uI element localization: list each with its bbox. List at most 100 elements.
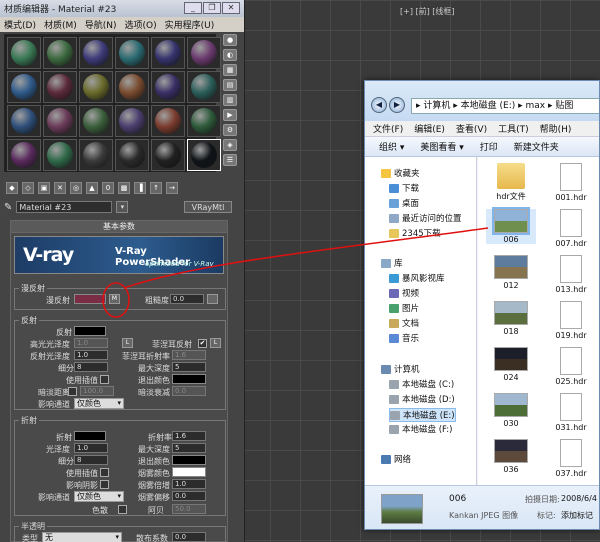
- material-id-icon[interactable]: 0: [102, 182, 114, 194]
- hilight-lock-button[interactable]: L: [122, 338, 133, 348]
- material-slot[interactable]: [187, 71, 221, 103]
- options-icon[interactable]: ⚙: [223, 124, 237, 136]
- scatter-coeff-spinner[interactable]: 0.0: [172, 532, 206, 542]
- menu-item[interactable]: 模式(D): [4, 18, 36, 31]
- translucency-type-select[interactable]: 无: [42, 532, 122, 542]
- nav-lib-item[interactable]: 音乐: [389, 332, 419, 344]
- file-item[interactable]: 037.hdr: [546, 439, 596, 478]
- material-slot[interactable]: [79, 71, 113, 103]
- material-slot[interactable]: [115, 71, 149, 103]
- backlight-icon[interactable]: ◐: [223, 49, 237, 61]
- breadcrumb-item[interactable]: 本地磁盘 (E:) ▸: [461, 101, 526, 111]
- file-item[interactable]: 025.hdr: [546, 347, 596, 386]
- details-tag-value[interactable]: 添加标记: [561, 510, 593, 521]
- nav-fav-item[interactable]: 2345下载: [389, 227, 441, 239]
- affect-shadows-checkbox[interactable]: [100, 480, 109, 489]
- dispersion-checkbox[interactable]: [118, 505, 127, 514]
- fresnel-ior-spinner[interactable]: 1.6: [172, 350, 206, 360]
- material-slot[interactable]: [115, 105, 149, 137]
- roughness-map-button[interactable]: [207, 294, 218, 304]
- material-slot[interactable]: [79, 105, 113, 137]
- file-item[interactable]: 024: [486, 347, 536, 382]
- back-arrow-icon[interactable]: ◀: [371, 97, 387, 113]
- material-slot[interactable]: [187, 105, 221, 137]
- refl-exit-color-swatch[interactable]: [172, 374, 206, 384]
- close-icon[interactable]: ✕: [222, 2, 240, 14]
- reflect-color-swatch[interactable]: [74, 326, 106, 336]
- restore-icon[interactable]: ❐: [203, 2, 221, 14]
- nav-drive[interactable]: 本地磁盘 (D:): [389, 393, 455, 405]
- material-slot[interactable]: [115, 37, 149, 69]
- menu-item[interactable]: 选项(O): [125, 18, 157, 31]
- toolbar-button[interactable]: 美图看看 ▾: [420, 140, 463, 153]
- material-slot[interactable]: [43, 37, 77, 69]
- refr-affect-channels-select[interactable]: 仅颜色: [74, 491, 124, 502]
- select-by-material-icon[interactable]: ◈: [223, 139, 237, 151]
- menu-item[interactable]: 工具(T): [498, 122, 529, 135]
- nav-lib-item[interactable]: 文档: [389, 317, 419, 329]
- diffuse-map-button[interactable]: M: [109, 294, 120, 304]
- material-slot[interactable]: [151, 105, 185, 137]
- fog-mult-spinner[interactable]: 1.0: [172, 479, 206, 489]
- dim-dist-checkbox[interactable]: [68, 387, 77, 396]
- video-color-check-icon[interactable]: ▥: [223, 94, 237, 106]
- toolbar-button[interactable]: 新建文件夹: [514, 140, 559, 153]
- file-item[interactable]: 006: [486, 207, 536, 244]
- refr-gloss-spinner[interactable]: 1.0: [74, 443, 108, 453]
- put-material-icon[interactable]: ◇: [22, 182, 34, 194]
- material-map-navigator-icon[interactable]: ☰: [223, 154, 237, 166]
- minimize-icon[interactable]: _: [184, 2, 202, 14]
- diffuse-color-swatch[interactable]: [74, 294, 106, 304]
- material-slot[interactable]: [43, 71, 77, 103]
- material-slot[interactable]: [187, 139, 221, 171]
- breadcrumb-item[interactable]: 计算机 ▸: [423, 101, 460, 111]
- file-item[interactable]: 001.hdr: [546, 163, 596, 202]
- fog-bias-spinner[interactable]: 0.0: [172, 491, 206, 501]
- address-bar[interactable]: ▸ 计算机 ▸ 本地磁盘 (E:) ▸ max ▸ 贴图: [411, 98, 599, 114]
- material-slot[interactable]: [151, 37, 185, 69]
- reset-map-icon[interactable]: ✕: [54, 182, 66, 194]
- eyedropper-icon[interactable]: ✎: [4, 202, 12, 213]
- menu-item[interactable]: 帮助(H): [540, 122, 572, 135]
- refr-use-interp-checkbox[interactable]: [100, 468, 109, 477]
- nav-favorites[interactable]: 收藏夹: [381, 167, 420, 179]
- assign-material-icon[interactable]: ▣: [38, 182, 50, 194]
- refract-color-swatch[interactable]: [74, 431, 106, 441]
- sample-type-icon[interactable]: ●: [223, 34, 237, 46]
- file-item[interactable]: 019.hdr: [546, 301, 596, 340]
- hilight-gloss-spinner[interactable]: 1.0: [74, 338, 108, 348]
- fog-color-swatch[interactable]: [172, 467, 206, 477]
- fresnel-checkbox[interactable]: ✔: [198, 339, 207, 348]
- material-slot[interactable]: [7, 105, 41, 137]
- nav-computer[interactable]: 计算机: [381, 363, 420, 375]
- dim-falloff-spinner[interactable]: 0.0: [172, 386, 206, 396]
- put-to-library-icon[interactable]: ▲: [86, 182, 98, 194]
- toolbar-button[interactable]: 打印: [480, 140, 498, 153]
- refl-use-interp-checkbox[interactable]: [100, 375, 109, 384]
- make-preview-icon[interactable]: ▶: [223, 109, 237, 121]
- file-item[interactable]: 007.hdr: [546, 209, 596, 248]
- refl-affect-channels-select[interactable]: 仅颜色: [74, 398, 124, 409]
- material-slot[interactable]: [115, 139, 149, 171]
- material-slot[interactable]: [43, 105, 77, 137]
- breadcrumb-item[interactable]: max ▸: [525, 101, 555, 111]
- background-icon[interactable]: ▦: [223, 64, 237, 76]
- abbe-spinner[interactable]: 50.0: [172, 504, 206, 514]
- ior-spinner[interactable]: 1.6: [172, 431, 206, 441]
- breadcrumb-item[interactable]: 贴图: [555, 101, 573, 111]
- refl-max-depth-spinner[interactable]: 5: [172, 362, 206, 372]
- viewport-label[interactable]: [+] [前] [线框]: [400, 6, 455, 17]
- nav-drive[interactable]: 本地磁盘 (F:): [389, 423, 452, 435]
- refl-gloss-spinner[interactable]: 1.0: [74, 350, 108, 360]
- file-item[interactable]: 036: [486, 439, 536, 474]
- material-slot[interactable]: [79, 37, 113, 69]
- get-material-icon[interactable]: ◆: [6, 182, 18, 194]
- material-type-button[interactable]: VRayMtl: [184, 201, 232, 213]
- dim-dist-spinner[interactable]: 100.0: [80, 386, 114, 396]
- file-item[interactable]: 013.hdr: [546, 255, 596, 294]
- material-slot[interactable]: [187, 37, 221, 69]
- nav-fav-item[interactable]: 最近访问的位置: [389, 212, 462, 224]
- menu-item[interactable]: 查看(V): [456, 122, 487, 135]
- nav-network[interactable]: 网络: [381, 453, 411, 465]
- nav-lib-item[interactable]: 视频: [389, 287, 419, 299]
